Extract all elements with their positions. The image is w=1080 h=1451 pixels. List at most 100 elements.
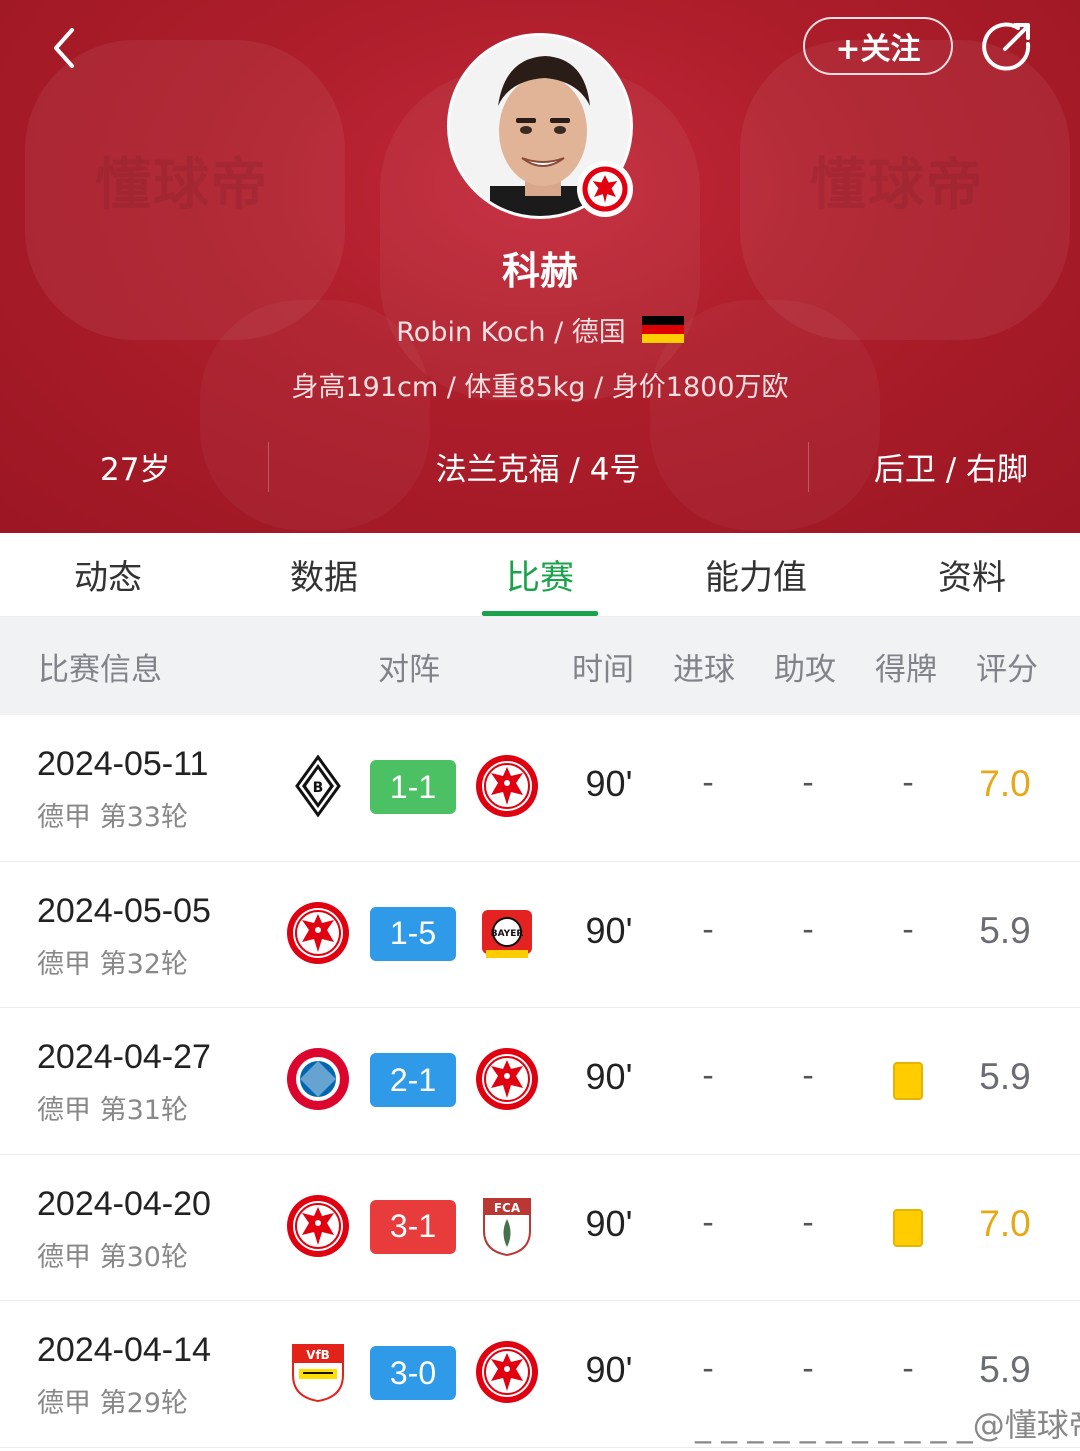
minutes-played: 90' [585,1349,633,1390]
match-rating: 7.0 [979,763,1031,804]
match-score: 1-1 [370,760,456,814]
player-header: 懂球帝 懂球帝 +关注 科赫 Robin Koch / 德国 身高191cm /… [0,0,1080,533]
cards-value: - [902,763,914,801]
match-list: 2024-05-11 德甲 第33轮 B 1-1 90' - - - 7.0 2024-05-05… [0,715,1080,1448]
match-league-round: 德甲 第33轮 [37,802,188,833]
tab-label: 资料 [938,558,1006,598]
match-date: 2024-05-11 [37,745,209,783]
divider [268,442,269,492]
tab-ability[interactable]: 能力值 [648,533,864,616]
yellow-card-icon [893,1208,923,1247]
germany-flag-icon [641,315,684,344]
player-en-name-nationality: Robin Koch / 德国 [396,317,626,348]
match-row[interactable]: 2024-04-20 德甲 第30轮 3-1 FCA 90' - - 7.0 [0,1154,1080,1301]
goals-value: - [702,1202,714,1241]
share-button[interactable] [978,18,1036,76]
player-position-foot: 后卫 / 右脚 [873,451,1028,488]
header-goals: 进球 [673,651,735,688]
match-rating: 7.0 [979,1202,1031,1244]
divider [808,442,809,492]
back-button[interactable] [40,20,100,80]
tab-data[interactable]: 数据 [216,533,432,616]
player-name: 科赫 [501,249,578,293]
minutes-played: 90' [585,763,633,804]
goals-value: - [702,1056,714,1094]
frankfurt-eagle-icon [582,166,628,212]
frankfurt-badge-icon [474,1046,540,1112]
assists-value: - [802,909,814,948]
yellow-card-icon [893,1062,923,1100]
header-assists: 助攻 [774,651,836,688]
footer-watermark: _ _ _ _ _ _ _ _ _ _ _@懂球帝 [695,1406,1080,1444]
svg-text:B: B [313,780,324,796]
match-score: 1-5 [370,906,456,961]
player-subtitle: Robin Koch / 德国 [0,310,1080,349]
minutes-played: 90' [585,1056,633,1097]
match-date: 2024-04-27 [37,1038,211,1076]
share-icon [982,22,1031,71]
header-rating: 评分 [976,651,1038,688]
tab-label: 能力值 [705,558,807,598]
match-date: 2024-04-14 [37,1331,211,1369]
cards-value: - [902,909,914,948]
club-badge [577,161,633,217]
match-row[interactable]: 2024-05-11 德甲 第33轮 B 1-1 90' - - - 7.0 [0,715,1080,862]
tab-label: 动态 [74,558,142,598]
match-league-round: 德甲 第31轮 [37,1095,188,1126]
assists-value: - [802,1202,814,1241]
match-rating: 5.9 [979,909,1031,951]
match-date: 2024-04-20 [37,1184,211,1223]
goals-value: - [702,1349,714,1387]
player-age: 27岁 [100,451,171,488]
match-table-header: 比赛信息 对阵 时间 进球 助攻 得牌 评分 [0,617,1080,715]
gladbach-badge-icon: B [285,753,351,819]
svg-text:BAYER: BAYER [491,929,524,939]
assists-value: - [802,1056,814,1094]
player-info-row: 27岁 法兰克福 / 4号 后卫 / 右脚 [0,440,1080,492]
cards-value: - [902,1349,914,1387]
tab-bar: 动态 数据 比赛 能力值 资料 [0,533,1080,617]
player-club-number[interactable]: 法兰克福 / 4号 [268,440,808,492]
header-match: 对阵 [378,651,440,688]
tab-label: 数据 [290,558,358,598]
header-watermark: 懂球帝 [95,153,269,218]
header-info: 比赛信息 [38,651,162,688]
tab-matches[interactable]: 比赛 [432,533,648,616]
chevron-left-icon [54,28,74,68]
frankfurt-badge-icon [285,1193,351,1259]
leverkusen-badge-icon: BAYER [474,900,540,966]
tab-label: 比赛 [506,558,574,598]
minutes-played: 90' [585,1202,633,1244]
svg-text:VfB: VfB [306,1348,330,1362]
match-score: 3-1 [370,1199,456,1254]
assists-value: - [802,763,814,801]
frankfurt-badge-icon [474,1339,540,1405]
match-score: 3-0 [370,1346,456,1400]
tab-dynamics[interactable]: 动态 [0,533,216,616]
header-watermark: 懂球帝 [810,153,984,218]
match-league-round: 德甲 第32轮 [37,948,188,980]
active-tab-indicator [482,611,598,616]
match-date: 2024-05-05 [37,891,211,930]
bayern-badge-icon [285,1046,351,1112]
goals-value: - [702,763,714,801]
augsburg-badge-icon: FCA [474,1193,540,1259]
header-cards: 得牌 [875,651,937,688]
player-physical: 身高191cm / 体重85kg / 身价1800万欧 [291,372,789,403]
match-row[interactable]: 2024-04-27 德甲 第31轮 2-1 90' - - 5.9 [0,1008,1080,1155]
assists-value: - [802,1349,814,1387]
stuttgart-badge-icon: VfB [285,1339,351,1405]
svg-text:FCA: FCA [494,1201,521,1215]
match-rating: 5.9 [979,1349,1031,1390]
tab-profile[interactable]: 资料 [864,533,1080,616]
match-score: 2-1 [370,1053,456,1107]
match-row[interactable]: 2024-05-05 德甲 第32轮 1-5 BAYER 90' - - - 5.9 [0,861,1080,1008]
header-time: 时间 [572,651,634,688]
follow-button[interactable]: +关注 [803,17,953,75]
minutes-played: 90' [585,909,633,951]
frankfurt-badge-icon [474,753,540,819]
goals-value: - [702,909,714,948]
match-league-round: 德甲 第29轮 [37,1388,188,1419]
match-league-round: 德甲 第30轮 [37,1241,188,1273]
match-rating: 5.9 [979,1056,1031,1097]
